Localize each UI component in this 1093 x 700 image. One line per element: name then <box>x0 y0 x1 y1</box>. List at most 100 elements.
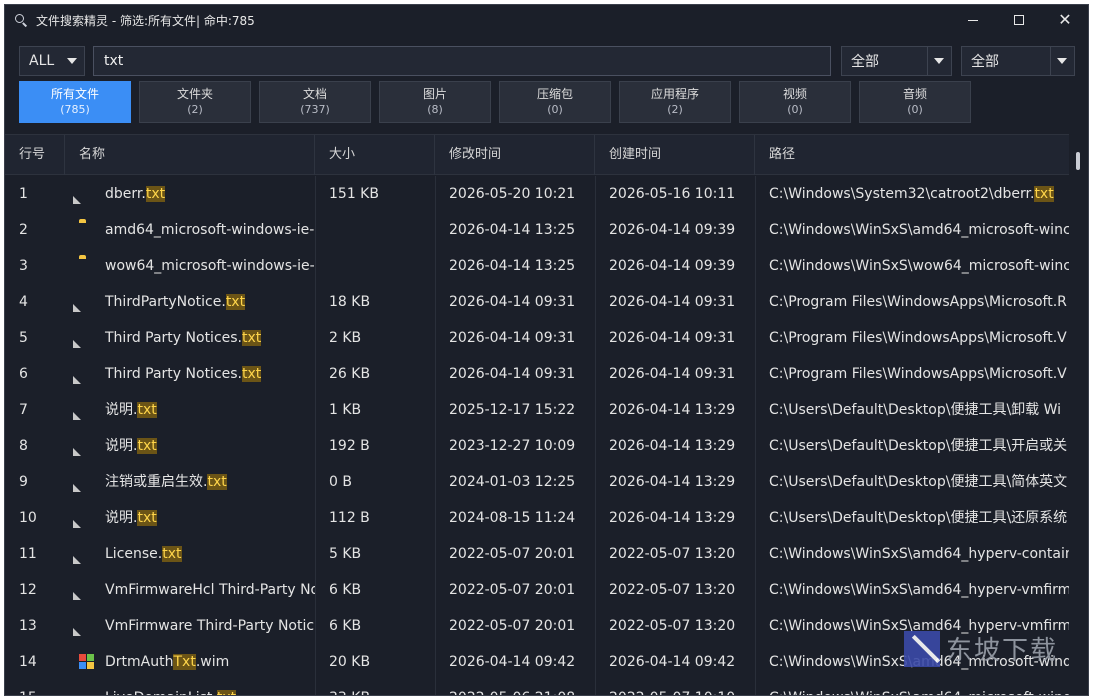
category-tab[interactable]: 文档 (737) <box>259 81 371 123</box>
table-row[interactable]: 9 注销或重启生效.txt 0 B 2024-01-03 12:25 2026-04-1… <box>5 464 1071 500</box>
cell-size: 151 KB <box>329 186 379 202</box>
cell-no: 11 <box>19 546 37 562</box>
file-icon <box>79 546 95 562</box>
cell-no: 14 <box>19 654 37 670</box>
table-row[interactable]: 12 VmFirmwareHcl Third-Party No 6 KB 2022-0… <box>5 572 1071 608</box>
match-highlight: txt <box>242 330 262 346</box>
column-header-created[interactable]: 创建时间 <box>595 135 755 175</box>
column-header-size[interactable]: 大小 <box>315 135 435 175</box>
cell-no: 4 <box>19 294 28 310</box>
match-highlight: txt <box>1034 186 1054 202</box>
category-tab[interactable]: 视频 (0) <box>739 81 851 123</box>
category-tabs: 所有文件 (785) 文件夹 (2) 文档 (737) 图片 (8) 压缩包 (0) 应用程序 (2)… <box>19 81 971 123</box>
close-button[interactable]: ✕ <box>1042 5 1088 35</box>
path-text: C:\Windows\WinSxS\amd64_hyperv-contair <box>769 546 1071 562</box>
table-row[interactable]: 5 Third Party Notices.txt 2 KB 2026-04-14 0… <box>5 320 1071 356</box>
file-name: Third Party Notices.txt <box>105 320 262 356</box>
category-tab[interactable]: 压缩包 (0) <box>499 81 611 123</box>
cell-name: ThirdPartyNotice.txt <box>65 284 315 320</box>
category-tab[interactable]: 音频 (0) <box>859 81 971 123</box>
table-row[interactable]: 8 说明.txt 192 B 2023-12-27 10:09 2026-04-14 1… <box>5 428 1071 464</box>
filter-select-2[interactable]: 全部 <box>961 46 1075 76</box>
cell-created: 2026-04-14 09:39 <box>609 222 736 238</box>
tab-count: (785) <box>60 103 90 116</box>
window-title: 文件搜索精灵 - 筛选:所有文件| 命中:785 <box>36 13 255 28</box>
cell-name: Third Party Notices.txt <box>65 320 315 356</box>
cell-modified: 2022-05-06 21:08 <box>435 680 595 695</box>
table-row[interactable]: 1 dberr.txt 151 KB 2026-05-20 10:21 2026-05-… <box>5 176 1071 212</box>
cell-no: 7 <box>19 402 28 418</box>
table-row[interactable]: 10 说明.txt 112 B 2024-08-15 11:24 2026-04-14 … <box>5 500 1071 536</box>
cell-modified: 2026-04-14 09:42 <box>449 654 576 670</box>
table-row[interactable]: 2 amd64_microsoft-windows-ie- 2026-04-14 1… <box>5 212 1071 248</box>
path-text: C:\Windows\WinSxS\amd64_microsoft-winc <box>769 222 1071 238</box>
cell-modified: 2022-05-07 20:01 <box>449 546 576 562</box>
cell-size: 6 KB <box>329 618 362 634</box>
file-name-text: DrtmAuth <box>105 654 174 670</box>
category-tab[interactable]: 文件夹 (2) <box>139 81 251 123</box>
category-tab[interactable]: 应用程序 (2) <box>619 81 731 123</box>
category-tab[interactable]: 图片 (8) <box>379 81 491 123</box>
cell-no: 9 <box>19 474 28 490</box>
filter-select-1[interactable]: 全部 <box>841 46 952 76</box>
search-input[interactable] <box>93 46 831 76</box>
table-row[interactable]: 4 ThirdPartyNotice.txt 18 KB 2026-04-14 09:… <box>5 284 1071 320</box>
cell-name: DrtmAuthTxt.wim <box>65 644 315 680</box>
cell-created: 2022-05-07 13:20 <box>609 546 736 562</box>
path-text: C:\Program Files\WindowsApps\Microsoft.V <box>769 366 1067 382</box>
match-highlight: txt <box>162 546 182 562</box>
path-text: C:\Users\Default\Desktop\便捷工具\还原系统 <box>769 510 1068 526</box>
file-name-text: 注销或重启生效. <box>105 474 208 490</box>
cell-no: 1 <box>19 186 28 202</box>
cell-name: 说明.txt <box>65 392 315 428</box>
table-row[interactable]: 11 License.txt 5 KB 2022-05-07 20:01 2022-05… <box>5 536 1071 572</box>
maximize-button[interactable] <box>996 5 1042 35</box>
match-highlight: txt <box>137 510 157 526</box>
table-row[interactable]: 3 wow64_microsoft-windows-ie- 2026-04-14 1… <box>5 248 1071 284</box>
tab-label: 图片 <box>422 87 447 101</box>
table-row[interactable]: 15 LiveDomainList.txt 33 KB2022-05-06 21:0… <box>5 680 1071 695</box>
cell-modified: 2026-05-20 10:21 <box>449 186 576 202</box>
search-app-icon <box>14 13 28 27</box>
filter-select-1-value: 全部 <box>851 54 879 70</box>
cell-path: C:\Program Files\WindowsApps\Microsoft.R <box>755 284 1071 320</box>
category-tab[interactable]: 所有文件 (785) <box>19 81 131 123</box>
tab-label: 应用程序 <box>650 87 699 101</box>
column-header-modified[interactable]: 修改时间 <box>435 135 595 175</box>
file-name-text: wow64_microsoft-windows-ie- <box>105 258 315 274</box>
path-text: C:\Users\Default\Desktop\便捷工具\简体英文 <box>769 474 1068 490</box>
search-row: ALL 全部 全部 <box>19 46 1075 76</box>
column-header-name[interactable]: 名称 <box>65 135 315 175</box>
cell-path: C:\Windows\WinSxS\amd64_microsoft-winc <box>755 212 1071 248</box>
match-highlight: txt <box>242 366 262 382</box>
column-header-row[interactable]: 行号 <box>5 135 65 175</box>
scrollbar-thumb[interactable] <box>1076 152 1080 170</box>
tab-label: 视频 <box>782 87 807 101</box>
file-icon <box>79 618 95 634</box>
vertical-scrollbar[interactable] <box>1069 134 1088 695</box>
table-row[interactable]: 6 Third Party Notices.txt 26 KB 2026-04-14 … <box>5 356 1071 392</box>
minimize-button[interactable] <box>950 5 996 35</box>
column-header-path[interactable]: 路径 <box>755 135 1071 175</box>
watermark-text: 东坡下载 <box>945 636 1058 666</box>
cell-modified: 2026-04-14 13:25 <box>449 222 576 238</box>
cell-created: 2026-04-14 09:42 <box>609 654 736 670</box>
scope-select-value: ALL <box>29 53 55 69</box>
watermark: 东坡下载 <box>903 630 1058 667</box>
cell-modified: 2024-08-15 11:24 <box>449 510 576 526</box>
cell-size: 5 KB <box>329 546 362 562</box>
cell-no: 2 <box>19 222 28 238</box>
file-name-text: ThirdPartyNotice. <box>105 294 226 310</box>
cell-name: LiveDomainList.txt <box>65 680 315 695</box>
tab-label: 文件夹 <box>176 87 213 101</box>
window-controls: ✕ <box>950 5 1088 35</box>
table-header: 行号 名称 大小 修改时间 创建时间 路径 <box>5 135 1071 175</box>
table-row[interactable]: 7 说明.txt 1 KB 2025-12-17 15:22 2026-04-14 13… <box>5 392 1071 428</box>
file-icon <box>79 294 95 310</box>
match-highlight: txt <box>225 294 246 310</box>
file-name: License.txt <box>105 536 182 572</box>
cell-size: 0 B <box>329 474 352 490</box>
cell-path: C:\Windows\WinSxS\amd64_hyperv-contair <box>755 536 1071 572</box>
path-text: C:\Windows\WinSxS\amd64_microsoft-wind <box>769 690 1071 695</box>
scope-select[interactable]: ALL <box>19 46 85 76</box>
